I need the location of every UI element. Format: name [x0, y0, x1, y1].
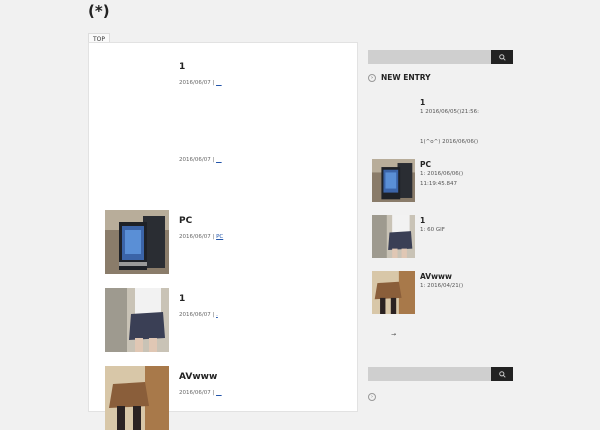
- post-category-link[interactable]: __: [216, 80, 222, 86]
- post-category-link[interactable]: PC: [216, 234, 223, 240]
- post-title[interactable]: PC: [179, 216, 192, 226]
- chevron-right-icon: ›: [368, 73, 376, 82]
- post-date: 2016/06/07: [179, 312, 211, 318]
- entry-thumbnail[interactable]: [372, 159, 415, 202]
- entry-excerpt: 1(^o^) 2016/06/06(): [420, 139, 479, 145]
- post-title[interactable]: 1: [179, 62, 185, 72]
- photo-image: [105, 288, 169, 352]
- post-date: 2016/06/07: [179, 390, 211, 396]
- entry-title[interactable]: 1: [420, 216, 425, 225]
- entry-excerpt: 1: 2016/06/06(): [420, 171, 464, 177]
- entry-excerpt: 1: 60 GIF: [420, 227, 445, 233]
- post-category-link[interactable]: __: [216, 390, 222, 396]
- post-thumbnail[interactable]: [105, 288, 169, 352]
- more-link-arrow[interactable]: →: [391, 331, 396, 338]
- search-button[interactable]: [491, 367, 513, 381]
- entry-excerpt: 1: 2016/04/21(): [420, 283, 464, 289]
- pc-case-image: [372, 159, 415, 202]
- post-date: 2016/06/07: [179, 234, 211, 240]
- post-title[interactable]: AVwww: [179, 372, 217, 382]
- new-entry-title: NEW ENTRY: [381, 73, 431, 82]
- sidebar-search-2: [368, 367, 513, 381]
- post-category-link[interactable]: __: [216, 157, 222, 163]
- photo-image: [372, 215, 415, 258]
- entry-excerpt: 1 2016/06/05()21:56:: [420, 109, 479, 115]
- main-content: 1 2016/06/07 | __ 2016/06/07 | __ PC 201…: [88, 42, 358, 430]
- search-icon: [498, 370, 506, 378]
- post-title[interactable]: 1: [179, 294, 185, 304]
- post-meta: 2016/06/07 | __: [179, 157, 222, 163]
- pc-case-image: [105, 210, 169, 274]
- search-input[interactable]: [368, 367, 491, 381]
- search-button[interactable]: [491, 50, 513, 64]
- entry-excerpt: 11:19:45.847: [420, 181, 457, 187]
- search-icon: [498, 53, 506, 61]
- post-date: 2016/06/07: [179, 80, 211, 86]
- sidebar-search: [368, 50, 513, 64]
- post-thumbnail[interactable]: [105, 366, 169, 430]
- entry-title[interactable]: 1: [420, 98, 425, 107]
- entry-title[interactable]: PC: [420, 160, 431, 169]
- site-title[interactable]: (*): [88, 2, 110, 20]
- entry-thumbnail[interactable]: [372, 215, 415, 258]
- post-meta: 2016/06/07 | __: [179, 390, 222, 396]
- photo-image: [372, 271, 415, 314]
- post-date: 2016/06/07: [179, 157, 211, 163]
- post-meta: 2016/06/07 | PC: [179, 234, 224, 240]
- entry-title[interactable]: AVwww: [420, 272, 452, 281]
- search-input[interactable]: [368, 50, 491, 64]
- post-category-link[interactable]: .: [216, 312, 218, 318]
- post-meta: 2016/06/07 | __: [179, 80, 222, 86]
- post-meta: 2016/06/07 | .: [179, 312, 218, 318]
- new-entry-heading: › NEW ENTRY: [368, 73, 431, 82]
- post-thumbnail-pc[interactable]: [105, 210, 169, 274]
- entry-thumbnail[interactable]: [372, 271, 415, 314]
- photo-image: [105, 366, 169, 430]
